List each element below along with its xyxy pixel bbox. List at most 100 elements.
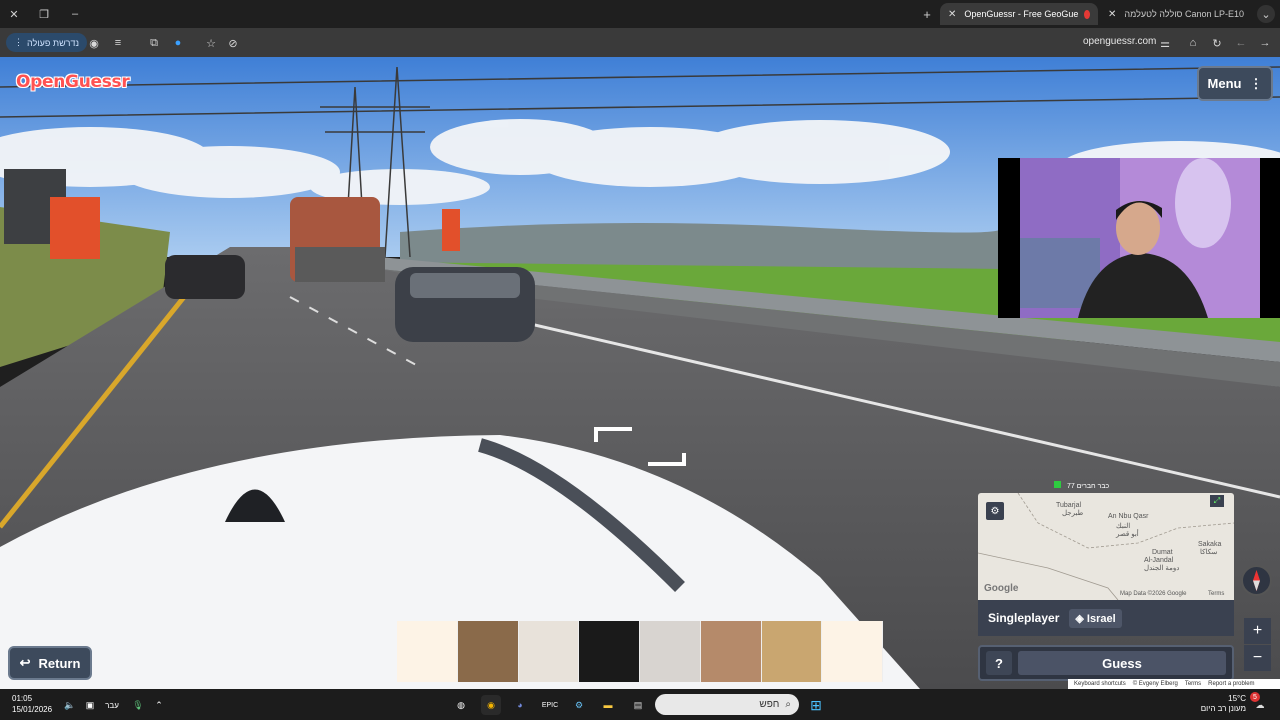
- photo-credit: © Evgeny Elberg: [1132, 681, 1178, 687]
- bookmark-star-icon[interactable]: ☆: [203, 35, 219, 51]
- address-bar[interactable]: openguessr.com: [1083, 36, 1156, 47]
- clock-time: 01:05: [12, 694, 33, 703]
- weather-desc: מעונן רב היום: [1200, 704, 1246, 713]
- menu-button[interactable]: Menu ⋮: [1197, 66, 1273, 101]
- map-label: أبو قصر: [1116, 531, 1139, 538]
- ad-slot[interactable]: [822, 621, 883, 682]
- viewer-count-text: 77 כבר חברים: [1066, 483, 1110, 490]
- help-button[interactable]: ?: [986, 651, 1012, 675]
- home-icon[interactable]: ⌂: [1185, 35, 1201, 51]
- map-label: Al-Jandal: [1144, 557, 1174, 564]
- taskbar-search[interactable]: חפש ⌕: [655, 694, 799, 715]
- eye-off-icon[interactable]: ⊘: [225, 35, 241, 51]
- guess-minimap[interactable]: ⚙ ⤢ Tubarjal طبرجل An Nbu Qasr النبك أبو…: [978, 493, 1234, 600]
- guess-controls: ? Guess: [978, 645, 1234, 681]
- zoom-out-button[interactable]: −: [1244, 645, 1271, 671]
- windows-start-icon[interactable]: ⊞: [806, 695, 826, 715]
- tab-title: OpenGuessr - Free GeoGue: [964, 9, 1079, 19]
- map-settings-icon[interactable]: ⚙: [986, 502, 1004, 520]
- more-vert-icon: ⋮: [14, 37, 23, 47]
- viewer-count-overlay: 77 כבר חברים: [1054, 481, 1109, 490]
- reading-list-icon[interactable]: ≡: [110, 35, 126, 51]
- microphone-icon[interactable]: 🎙: [128, 695, 148, 715]
- game-mode-label: Singleplayer: [988, 611, 1060, 625]
- tab-title: סוללה לטעלמה Canon LP-E10: [1124, 9, 1245, 19]
- ad-image[interactable]: [579, 621, 640, 682]
- tab-search-icon[interactable]: ⌄: [1257, 5, 1275, 23]
- weather-widget[interactable]: 15°C מעונן רב היום: [1198, 694, 1246, 714]
- search-icon: ⌕: [785, 699, 791, 710]
- terms-link[interactable]: Terms: [1185, 681, 1201, 687]
- map-label: سكاكا: [1200, 549, 1218, 556]
- live-indicator-icon: [1054, 481, 1061, 488]
- language-indicator[interactable]: עבר: [101, 695, 123, 715]
- back-icon[interactable]: ←: [1233, 35, 1249, 51]
- return-button[interactable]: ↩ Return: [8, 646, 92, 680]
- map-label: Tubarjal: [1056, 502, 1082, 509]
- openguessr-logo[interactable]: OpenGuessr: [16, 72, 130, 92]
- network-icon[interactable]: ▣: [80, 695, 100, 715]
- map-label: طبرجل: [1062, 510, 1084, 517]
- ad-image[interactable]: [700, 621, 762, 682]
- search-placeholder: חפש: [759, 699, 780, 710]
- layers-icon: ◈: [1075, 612, 1084, 625]
- close-tab-icon[interactable]: ✕: [1108, 9, 1116, 20]
- map-terms-link[interactable]: Terms: [1208, 590, 1224, 598]
- windows-taskbar: 01:05 15/01/2026 🔈 ▣ עבר 🎙 ⌃ ◍ ◉ ◕ EPIC …: [0, 689, 1280, 720]
- tab-openguessr[interactable]: ✕ OpenGuessr - Free GeoGue: [940, 3, 1098, 25]
- update-label: נדרשת פעולה: [27, 37, 79, 48]
- site-settings-icon[interactable]: ⚌: [1157, 35, 1173, 51]
- close-tab-icon[interactable]: ✕: [948, 9, 956, 20]
- notification-badge: 5: [1250, 692, 1260, 702]
- country-chip[interactable]: ◈ Israel: [1069, 608, 1122, 628]
- expand-map-icon[interactable]: ⤢: [1210, 495, 1224, 507]
- compass-needle: [1253, 570, 1260, 591]
- country-label: Israel: [1086, 612, 1116, 625]
- extensions-icon[interactable]: ⧉: [146, 35, 162, 51]
- return-label: Return: [38, 655, 81, 671]
- epic-games-icon[interactable]: EPIC: [540, 695, 560, 715]
- ad-image[interactable]: [518, 621, 580, 682]
- more-vert-icon: ⋮: [1249, 75, 1263, 91]
- minimize-window-icon[interactable]: –: [66, 5, 84, 23]
- keyboard-shortcuts-link[interactable]: Keyboard shortcuts: [1074, 681, 1126, 687]
- app-icon[interactable]: ▤: [628, 695, 648, 715]
- ad-banner[interactable]: [397, 621, 883, 682]
- extension-icon[interactable]: ●: [170, 35, 186, 51]
- google-logo: Google: [984, 583, 1019, 594]
- browser-toolbar: ⋮ נדרשת פעולה ◉ ≡ ⧉ ● ☆ ⊘ openguessr.com…: [0, 28, 1280, 57]
- guess-button[interactable]: Guess: [1018, 651, 1226, 675]
- close-window-icon[interactable]: ✕: [5, 5, 23, 23]
- map-label: دومة الجندل: [1144, 565, 1180, 572]
- ad-image[interactable]: [761, 621, 823, 682]
- chrome-icon[interactable]: ◉: [481, 695, 501, 715]
- file-explorer-icon[interactable]: ▬: [598, 695, 618, 715]
- forward-icon[interactable]: →: [1257, 35, 1273, 51]
- obs-icon[interactable]: ◍: [451, 695, 471, 715]
- report-problem-link[interactable]: Report a problem: [1208, 681, 1254, 687]
- openguessr-favicon: [1084, 9, 1090, 19]
- volume-icon[interactable]: 🔈: [60, 695, 80, 715]
- clock[interactable]: 01:05 15/01/2026: [12, 693, 52, 715]
- menu-label: Menu: [1207, 76, 1242, 91]
- map-label: Dumat: [1152, 549, 1173, 556]
- map-label: An Nbu Qasr: [1108, 513, 1149, 520]
- show-hidden-icons-icon[interactable]: ⌃: [149, 695, 169, 715]
- map-label: Sakaka: [1198, 541, 1222, 548]
- ad-slot[interactable]: [397, 621, 458, 682]
- steam-icon[interactable]: ⚙: [569, 695, 589, 715]
- ad-image[interactable]: [457, 621, 519, 682]
- new-tab-icon[interactable]: +: [918, 5, 936, 23]
- tab-canon[interactable]: ✕ סוללה לטעלמה Canon LP-E10: [1100, 3, 1248, 25]
- restore-window-icon[interactable]: ❐: [35, 5, 53, 23]
- compass-icon[interactable]: [1241, 565, 1272, 596]
- discord-icon[interactable]: ◕: [510, 695, 530, 715]
- clock-date: 15/01/2026: [12, 705, 53, 714]
- reload-icon[interactable]: ↻: [1209, 35, 1225, 51]
- ad-image[interactable]: [640, 621, 701, 682]
- map-credit: Map Data ©2026 Google: [1120, 591, 1187, 597]
- profile-icon[interactable]: ◉: [86, 35, 102, 51]
- zoom-in-button[interactable]: +: [1244, 618, 1271, 644]
- update-required-button[interactable]: ⋮ נדרשת פעולה: [6, 33, 87, 52]
- streetview-attribution: Keyboard shortcuts © Evgeny Elberg Terms…: [1068, 679, 1280, 689]
